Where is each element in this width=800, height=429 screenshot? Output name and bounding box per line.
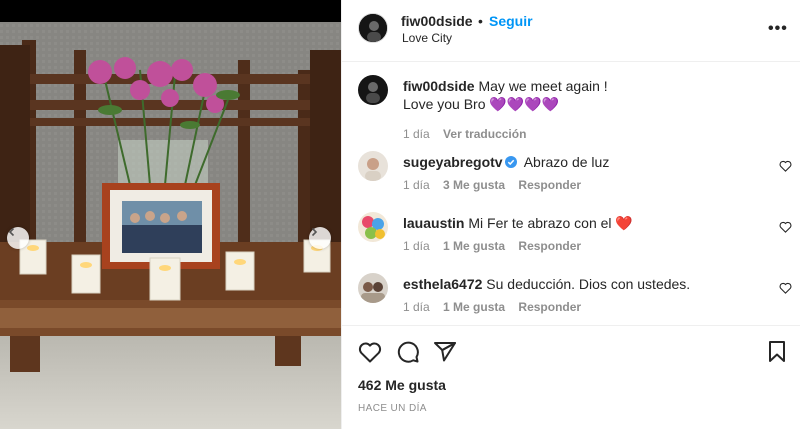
post-location[interactable]: Love City xyxy=(402,31,452,45)
commenter-avatar-image xyxy=(358,212,388,242)
commenter-avatar[interactable] xyxy=(358,212,388,242)
post-photo[interactable] xyxy=(0,0,341,429)
reply-button[interactable]: Responder xyxy=(518,178,581,192)
caption-avatar-image xyxy=(358,75,388,105)
caption: fiw00dside May we meet again ! Love you … xyxy=(342,75,800,141)
comment-item: esthela6472 Su deducción. Dios con usted… xyxy=(342,273,800,317)
chevron-left-icon xyxy=(8,227,15,237)
verified-badge-icon xyxy=(504,156,517,168)
post-date[interactable]: HACE UN DÍA xyxy=(358,403,427,414)
more-options-icon[interactable]: ••• xyxy=(768,20,788,38)
caption-meta: 1 día Ver traducción xyxy=(403,127,536,141)
reply-button[interactable]: Responder xyxy=(518,239,581,253)
memorial-altar-photo xyxy=(0,0,341,429)
comment-meta: 1 día 3 Me gusta Responder xyxy=(403,178,591,192)
commenter-avatar[interactable] xyxy=(358,151,388,181)
follow-button[interactable]: Seguir xyxy=(489,13,533,29)
comment-heart-icon[interactable] xyxy=(779,282,792,294)
comment-meta: 1 día 1 Me gusta Responder xyxy=(403,239,591,253)
commenter-avatar-image xyxy=(358,273,388,303)
comment-text: esthela6472 Su deducción. Dios con usted… xyxy=(403,275,690,293)
comment-text: sugeyabregotv Abrazo de luz xyxy=(403,153,609,171)
comment-body: Mi Fer te abrazo con el ❤️ xyxy=(468,215,633,231)
comment-text: lauaustin Mi Fer te abrazo con el ❤️ xyxy=(403,214,633,232)
translate-link[interactable]: Ver traducción xyxy=(443,127,526,141)
carousel-prev-button[interactable] xyxy=(7,227,29,249)
commenter-username[interactable]: esthela6472 xyxy=(403,276,482,292)
instagram-post: fiw00dside • Seguir Love City ••• fiw00d… xyxy=(0,0,800,429)
caption-avatar[interactable] xyxy=(358,75,388,105)
post-side-panel: fiw00dside • Seguir Love City ••• fiw00d… xyxy=(341,0,800,429)
caption-text: fiw00dside May we meet again ! Love you … xyxy=(403,77,608,113)
author-avatar-image xyxy=(359,14,387,42)
commenter-username[interactable]: sugeyabregotv xyxy=(403,154,503,170)
comment-body: Abrazo de luz xyxy=(523,154,610,170)
comment-body: Su deducción. Dios con ustedes. xyxy=(486,276,691,292)
comment-item: lauaustin Mi Fer te abrazo con el ❤️ 1 d… xyxy=(342,212,800,256)
comment-time[interactable]: 1 día xyxy=(403,300,430,314)
commenter-avatar[interactable] xyxy=(358,273,388,303)
comment-item: sugeyabregotv Abrazo de luz 1 día 3 Me g… xyxy=(342,151,800,195)
chevron-right-icon xyxy=(311,227,318,237)
comment-meta: 1 día 1 Me gusta Responder xyxy=(403,300,591,314)
caption-username[interactable]: fiw00dside xyxy=(403,78,475,94)
header-separator: • xyxy=(478,13,483,29)
bookmark-icon[interactable] xyxy=(767,340,787,364)
spacer xyxy=(735,341,736,342)
reply-button[interactable]: Responder xyxy=(518,300,581,314)
caption-line-1: May we meet again ! xyxy=(478,78,608,94)
likes-count[interactable]: 462 Me gusta xyxy=(358,377,446,393)
comment-time[interactable]: 1 día xyxy=(403,178,430,192)
author-avatar[interactable] xyxy=(358,13,388,43)
share-icon[interactable] xyxy=(433,340,457,364)
post-actions: 462 Me gusta HACE UN DÍA xyxy=(342,325,800,429)
comment-heart-icon[interactable] xyxy=(779,221,792,233)
comment-likes[interactable]: 1 Me gusta xyxy=(443,239,505,253)
caption-time[interactable]: 1 día xyxy=(403,127,430,141)
heart-icon[interactable] xyxy=(358,341,382,363)
comment-heart-icon[interactable] xyxy=(779,160,792,172)
caption-line-2: Love you Bro 💜💜💜💜 xyxy=(403,96,560,112)
author-username[interactable]: fiw00dside xyxy=(401,13,473,29)
comments-list: fiw00dside May we meet again ! Love you … xyxy=(342,63,800,325)
comment-likes[interactable]: 3 Me gusta xyxy=(443,178,505,192)
comment-time[interactable]: 1 día xyxy=(403,239,430,253)
carousel-next-button[interactable] xyxy=(309,227,331,249)
comment-icon[interactable] xyxy=(396,340,420,364)
comment-likes[interactable]: 1 Me gusta xyxy=(443,300,505,314)
commenter-username[interactable]: lauaustin xyxy=(403,215,464,231)
commenter-avatar-image xyxy=(358,151,388,181)
post-header: fiw00dside • Seguir Love City ••• xyxy=(342,0,800,62)
